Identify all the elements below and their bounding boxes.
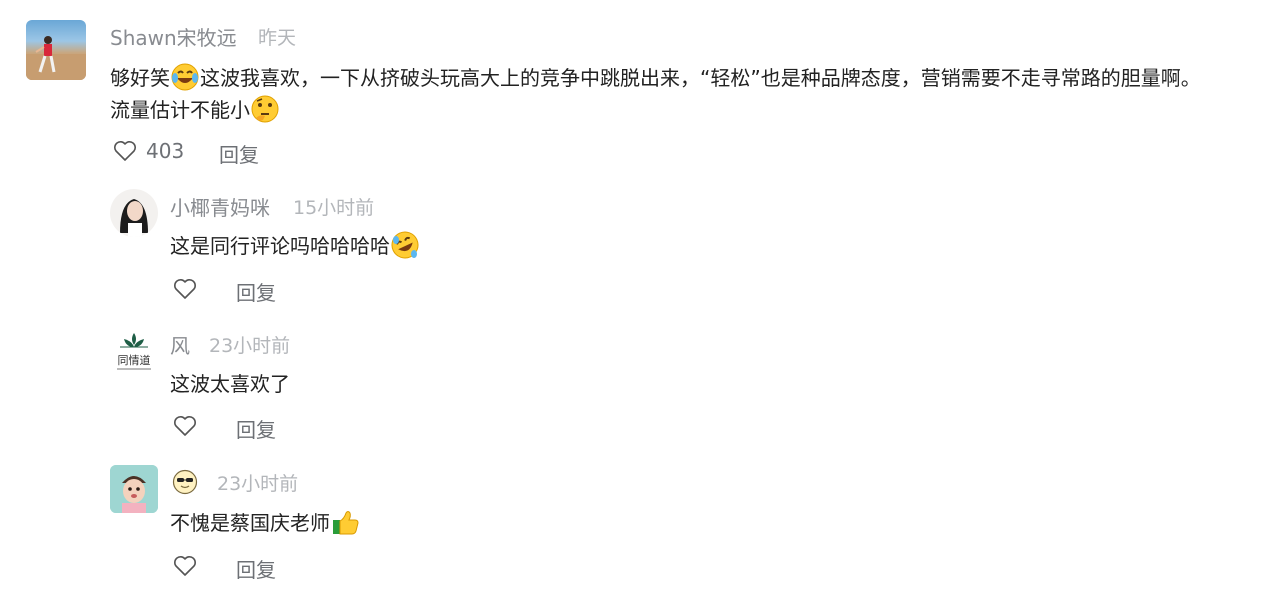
thumbs-up-emoji-icon bbox=[333, 511, 359, 535]
reply-text-content: 这波太喜欢了 bbox=[170, 372, 290, 396]
logo-lettering: 同情道 bbox=[118, 353, 151, 367]
timestamp: 15小时前 bbox=[293, 197, 375, 219]
reply-button[interactable]: 回复 bbox=[236, 414, 276, 443]
avatar[interactable] bbox=[110, 189, 158, 237]
rolling-laugh-emoji-icon bbox=[391, 231, 419, 259]
like-button[interactable]: 403 bbox=[112, 138, 184, 164]
comment-text-part-2: 这波我喜欢，一下从挤破头玩高大上的竞争中跳脱出来，“轻松”也是种品牌态度，营销需… bbox=[200, 66, 1201, 90]
thinking-emoji-icon bbox=[251, 95, 279, 123]
timestamp: 23小时前 bbox=[217, 473, 299, 495]
heart-icon bbox=[174, 416, 196, 436]
like-button[interactable] bbox=[172, 413, 198, 439]
sunglasses-emoji-icon[interactable] bbox=[172, 469, 198, 495]
woman-portrait-icon bbox=[120, 199, 148, 237]
like-button[interactable] bbox=[172, 276, 198, 302]
avatar[interactable] bbox=[26, 20, 86, 80]
reply-text: 这波太喜欢了 bbox=[170, 368, 290, 400]
avatar[interactable]: 同情道 bbox=[110, 327, 158, 375]
timestamp: 23小时前 bbox=[209, 335, 291, 357]
person-photo-icon bbox=[26, 36, 86, 80]
like-button[interactable] bbox=[172, 553, 198, 579]
heart-icon bbox=[174, 556, 196, 576]
timestamp: 昨天 bbox=[258, 27, 297, 49]
laughing-tears-emoji-icon bbox=[171, 63, 199, 91]
reply-text: 这是同行评论吗哈哈哈哈 bbox=[170, 230, 420, 262]
comment-text-part-1: 够好笑 bbox=[110, 66, 170, 90]
baby-portrait-icon bbox=[110, 465, 158, 513]
reply-button[interactable]: 回复 bbox=[236, 554, 276, 583]
username[interactable]: 风 bbox=[170, 330, 190, 359]
reply-text: 不愧是蔡国庆老师 bbox=[170, 507, 360, 539]
comment-text-part-3: 流量估计不能小 bbox=[110, 98, 250, 122]
lotus-logo-icon: 同情道 bbox=[117, 333, 151, 370]
comment-text-line-2: 流量估计不能小 bbox=[110, 94, 280, 126]
username[interactable]: 小椰青妈咪 bbox=[170, 192, 270, 221]
reply-text-content: 这是同行评论吗哈哈哈哈 bbox=[170, 234, 390, 258]
heart-icon bbox=[174, 279, 196, 299]
heart-icon bbox=[114, 141, 136, 161]
like-count: 403 bbox=[146, 139, 185, 163]
reply-button[interactable]: 回复 bbox=[236, 277, 276, 306]
reply-button[interactable]: 回复 bbox=[219, 139, 259, 168]
reply-text-content: 不愧是蔡国庆老师 bbox=[170, 511, 330, 535]
comment-text: 够好笑 这波我喜欢，一下从挤破头玩高大上的竞争中跳脱出来，“轻松”也是种品牌态度… bbox=[110, 62, 1201, 94]
avatar[interactable] bbox=[110, 465, 158, 513]
username[interactable]: Shawn宋牧远 bbox=[110, 22, 237, 51]
